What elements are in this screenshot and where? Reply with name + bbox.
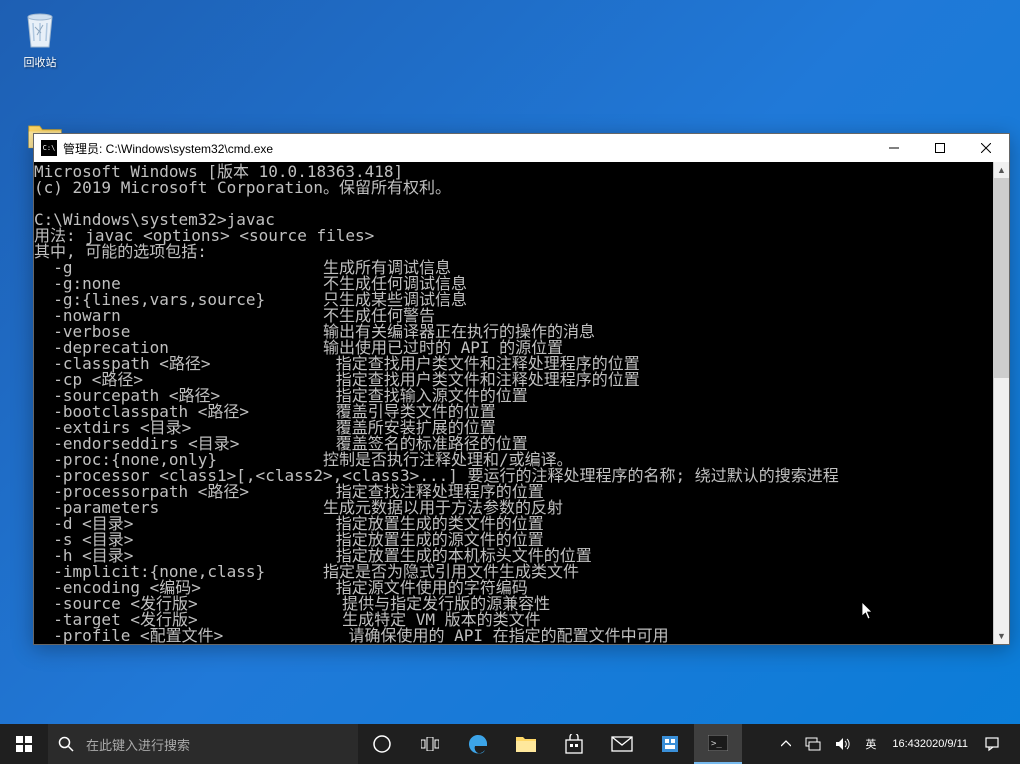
window-title: 管理员: C:\Windows\system32\cmd.exe — [63, 140, 871, 157]
scroll-up-button[interactable]: ▲ — [994, 162, 1009, 178]
explorer-button[interactable] — [502, 724, 550, 764]
recycle-bin-glyph — [23, 9, 57, 49]
clock-time: 16:43 — [892, 737, 920, 751]
edge-button[interactable] — [454, 724, 502, 764]
tray-overflow[interactable] — [777, 724, 795, 764]
notifications-button[interactable] — [980, 724, 1004, 764]
search-box[interactable]: 在此键入进行搜索 — [48, 724, 358, 764]
minimize-button[interactable] — [871, 134, 917, 162]
svg-text:>_: >_ — [711, 739, 722, 749]
scrollbar[interactable]: ▲ ▼ — [993, 162, 1009, 644]
maximize-button[interactable] — [917, 134, 963, 162]
volume-icon[interactable] — [831, 724, 855, 764]
scroll-thumb[interactable] — [994, 178, 1009, 378]
task-view-button[interactable] — [406, 724, 454, 764]
ime-indicator[interactable]: 英 — [861, 724, 880, 764]
clock[interactable]: 16:43 2020/9/11 — [886, 724, 974, 764]
system-tray: 英 16:43 2020/9/11 — [777, 724, 1020, 764]
taskbar-apps: >_ — [358, 724, 742, 764]
cmd-window: C:\ 管理员: C:\Windows\system32\cmd.exe Mic… — [33, 133, 1010, 645]
titlebar[interactable]: C:\ 管理员: C:\Windows\system32\cmd.exe — [34, 134, 1009, 162]
search-placeholder: 在此键入进行搜索 — [86, 735, 190, 754]
taskbar: 在此键入进行搜索 >_ — [0, 724, 1020, 764]
app-button[interactable] — [646, 724, 694, 764]
terminal[interactable]: Microsoft Windows [版本 10.0.18363.418] (c… — [34, 162, 1009, 644]
recycle-bin-icon[interactable]: 回收站 — [10, 8, 70, 70]
start-button[interactable] — [0, 724, 48, 764]
scroll-down-button[interactable]: ▼ — [994, 628, 1009, 644]
close-button[interactable] — [963, 134, 1009, 162]
windows-icon — [16, 736, 32, 752]
terminal-output: Microsoft Windows [版本 10.0.18363.418] (c… — [34, 162, 993, 644]
recycle-bin-label: 回收站 — [10, 54, 70, 70]
cmd-icon: C:\ — [41, 140, 57, 156]
store-button[interactable] — [550, 724, 598, 764]
cortana-button[interactable] — [358, 724, 406, 764]
cmd-taskbar-button[interactable]: >_ — [694, 724, 742, 764]
clock-date: 2020/9/11 — [920, 737, 968, 751]
search-icon — [58, 736, 74, 752]
mail-button[interactable] — [598, 724, 646, 764]
network-icon[interactable] — [801, 724, 825, 764]
